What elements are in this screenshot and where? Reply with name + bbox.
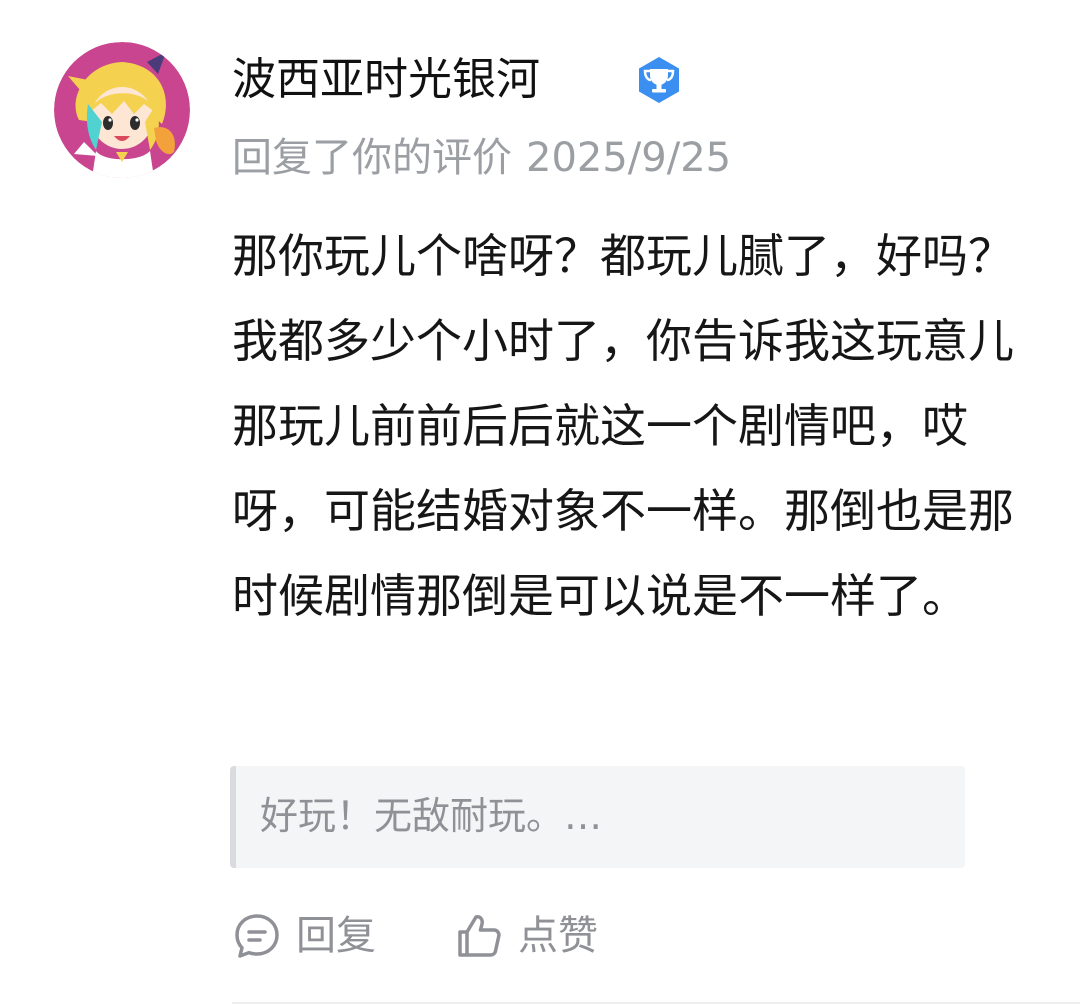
reply-action-text: 回复了你的评价	[232, 135, 512, 181]
quoted-review[interactable]: 好玩！无敌耐玩。…	[230, 766, 965, 868]
trophy-badge-icon	[634, 55, 684, 105]
reply-button[interactable]: 回复	[232, 906, 376, 966]
like-button[interactable]: 点赞	[454, 906, 598, 966]
like-button-label: 点赞	[518, 913, 598, 959]
reply-button-label: 回复	[296, 913, 376, 959]
username[interactable]: 波西亚时光银河	[232, 50, 540, 110]
quoted-review-text: 好玩！无敌耐玩。…	[260, 794, 603, 838]
reply-meta: 回复了你的评价 2025/9/25	[232, 128, 731, 188]
reply-content: 那你玩儿个啥呀？都玩儿腻了，好吗？我都多少个小时了，你告诉我这玩意儿那玩儿前前后…	[232, 229, 1014, 623]
bottom-divider	[232, 1002, 1080, 1004]
reply-date: 2025/9/25	[526, 135, 732, 181]
avatar[interactable]	[54, 42, 190, 178]
comment-bubble-icon	[232, 911, 282, 961]
thumbs-up-icon	[454, 911, 504, 961]
